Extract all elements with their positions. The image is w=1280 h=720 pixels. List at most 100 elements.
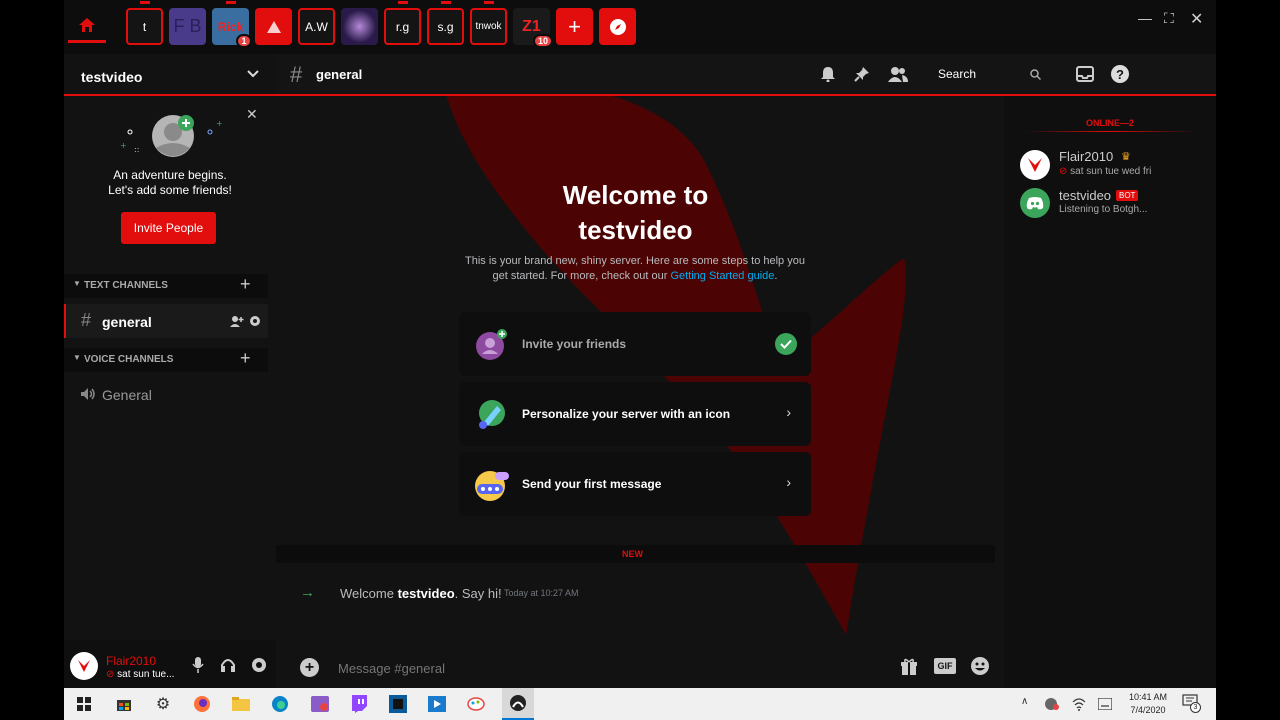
getting-started-link[interactable]: Getting Started guide (670, 270, 774, 282)
discord-taskbar-icon[interactable] (386, 692, 410, 716)
message-username[interactable]: testvideo (398, 586, 455, 601)
server-icon-z1[interactable]: Z1 10 (513, 8, 553, 48)
invite-icon[interactable] (230, 315, 244, 327)
minimize-button[interactable]: — (1138, 10, 1152, 26)
member-name: testvideo (1059, 188, 1112, 203)
dnd-icon: ⊘ (1059, 166, 1068, 177)
media-player-icon[interactable] (425, 692, 449, 716)
server-bar: t F B Rick 1 A.W r.g s.g tnwok Z1 10 + — ⛶… (64, 0, 1216, 54)
chat-area: Welcome to testvideo This is your brand … (276, 96, 1004, 688)
server-icon-red[interactable] (255, 8, 292, 45)
invite-people-button[interactable]: Invite People (121, 212, 216, 244)
server-icon-tnwok[interactable]: tnwok (470, 1, 507, 45)
wifi-icon[interactable] (1072, 697, 1086, 711)
settings-gear-icon[interactable] (251, 657, 267, 673)
add-channel-button[interactable]: + (240, 348, 251, 369)
explore-servers-button[interactable] (599, 8, 636, 45)
server-icon-rg[interactable]: r.g (384, 1, 421, 45)
username: Flair2010 (106, 654, 157, 668)
discord-logo-icon (1026, 197, 1044, 210)
mention-badge: 1 (236, 34, 252, 48)
headphones-icon[interactable] (220, 657, 236, 672)
photos-app-icon[interactable] (308, 692, 332, 716)
channel-item-general[interactable]: # general (64, 304, 268, 338)
server-label: F B (173, 16, 202, 36)
member-item[interactable]: Flair2010 ♛ ⊘ sat sun tue wed fri (1018, 148, 1208, 180)
server-label: A.W (305, 19, 328, 34)
add-channel-button[interactable]: + (240, 274, 251, 295)
chat-header: # general Search ? (276, 54, 1216, 96)
flair-logo-icon (78, 660, 90, 672)
firefox-icon[interactable] (190, 692, 214, 716)
maximize-button[interactable]: ⛶ (1164, 10, 1174, 27)
new-label: NEW (622, 549, 643, 559)
avatar[interactable] (70, 652, 98, 680)
server-icon-t[interactable]: t (126, 1, 163, 45)
member-status: ⊘ sat sun tue wed fri (1059, 166, 1151, 177)
store-icon[interactable] (112, 692, 136, 716)
keyboard-icon[interactable] (1098, 698, 1112, 710)
gear-icon[interactable] (249, 315, 261, 327)
prompt-line-1: An adventure begins. (113, 168, 227, 182)
twitch-icon[interactable] (347, 692, 371, 716)
channel-name: General (102, 387, 152, 403)
server-icon-sg[interactable]: s.g (427, 1, 464, 45)
message-input[interactable] (338, 656, 878, 680)
paintbrush-icon (479, 400, 505, 429)
file-explorer-icon[interactable] (229, 692, 253, 716)
help-icon[interactable]: ? (1111, 65, 1129, 83)
category-voice-channels[interactable]: ▼ VOICE CHANNELS + (64, 348, 268, 372)
step-first-message[interactable]: Send your first message › (459, 452, 811, 516)
clock-date: 7/4/2020 (1130, 705, 1166, 715)
search-box[interactable]: Search (928, 63, 1048, 85)
flair-logo-icon (1028, 158, 1042, 172)
category-text-channels[interactable]: ▼ TEXT CHANNELS + (64, 274, 268, 298)
bot-tag: BOT (1116, 190, 1139, 201)
gift-icon[interactable] (900, 658, 918, 676)
add-attachment-icon[interactable]: + (300, 658, 319, 677)
server-icon-rick[interactable]: Rick 1 (212, 1, 252, 48)
friends-prompt-text: An adventure begins. Let's add some frie… (64, 168, 276, 198)
server-icon-galaxy[interactable] (341, 8, 378, 45)
server-icon-aw[interactable]: A.W (298, 8, 335, 45)
step-invite-friends[interactable]: Invite your friends (459, 312, 811, 376)
notification-center-icon[interactable]: 3 (1182, 694, 1204, 714)
close-icon[interactable]: ✕ (246, 106, 258, 123)
start-button[interactable] (72, 692, 96, 716)
step-label: Send your first message (522, 477, 662, 491)
speaker-icon (81, 388, 95, 400)
discord-window: t F B Rick 1 A.W r.g s.g tnwok Z1 10 + — ⛶… (64, 0, 1216, 688)
gif-icon[interactable]: GIF (934, 658, 956, 674)
category-label: TEXT CHANNELS (84, 280, 168, 291)
windows-taskbar: ⚙ ∧ 10:41 AM 7/4/2020 3 (64, 688, 1216, 720)
member-item[interactable]: testvideo BOT Listening to Botgh... (1018, 186, 1208, 218)
microphone-icon[interactable] (192, 657, 204, 673)
settings-icon[interactable]: ⚙ (151, 692, 175, 716)
pin-icon[interactable] (854, 66, 870, 82)
user-status-text: sat sun tue... (117, 669, 175, 680)
message-prefix: Welcome (340, 586, 398, 601)
clock-time: 10:41 AM (1128, 692, 1168, 702)
edge-icon[interactable] (268, 692, 292, 716)
tray-chevron-up-icon[interactable]: ∧ (1021, 696, 1028, 707)
emoji-icon[interactable] (970, 656, 990, 676)
chevron-right-icon: › (786, 474, 791, 490)
guild-header[interactable]: testvideo (64, 54, 276, 96)
paint-icon[interactable] (464, 692, 488, 716)
hash-icon: # (81, 310, 92, 330)
chat-bubble-icon (475, 471, 509, 501)
bell-icon[interactable] (820, 66, 836, 82)
prompt-line-2: Let's add some friends! (108, 183, 232, 197)
home-button[interactable] (68, 9, 106, 43)
xbox-app-icon[interactable] (502, 688, 534, 720)
taskbar-clock[interactable]: 10:41 AM 7/4/2020 (1120, 691, 1176, 717)
add-server-button[interactable]: + (556, 8, 593, 45)
close-window-button[interactable]: ✕ (1190, 9, 1203, 29)
step-personalize-icon[interactable]: Personalize your server with an icon › (459, 382, 811, 446)
channel-item-general-voice[interactable]: General (64, 380, 268, 408)
inbox-icon[interactable] (1076, 66, 1094, 82)
checkmark-icon (775, 333, 797, 355)
security-icon[interactable] (1044, 697, 1060, 711)
members-icon[interactable] (888, 66, 908, 82)
server-icon-fb[interactable]: F B (169, 8, 206, 45)
